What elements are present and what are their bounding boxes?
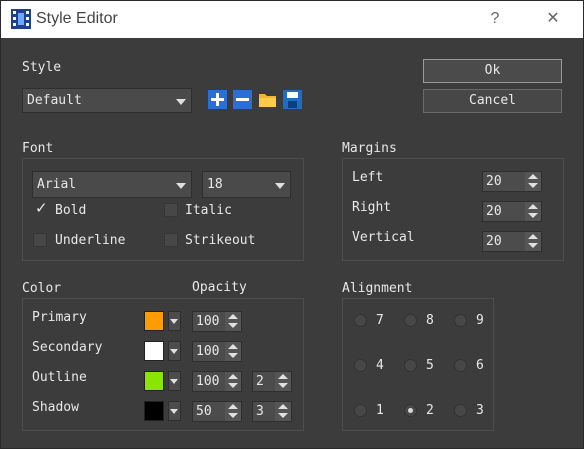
spin-arrows-icon[interactable]	[275, 372, 291, 391]
font-group-label: Font	[22, 141, 54, 156]
shadow-opacity-spinbox[interactable]: 50	[192, 401, 242, 422]
outline-color-swatch[interactable]	[144, 371, 164, 391]
help-button[interactable]: ?	[483, 7, 507, 31]
outline-opacity-value: 100	[196, 374, 220, 389]
primary-color-dropdown[interactable]	[168, 311, 181, 331]
align-label-2: 2	[426, 403, 434, 418]
chevron-down-icon	[176, 183, 186, 189]
align-radio-4[interactable]	[354, 359, 367, 372]
title-bar: Style Editor ? ✕	[1, 1, 583, 38]
style-select[interactable]: Default	[22, 88, 192, 113]
remove-icon[interactable]	[233, 90, 252, 109]
align-radio-9[interactable]	[454, 314, 467, 327]
align-label-5: 5	[426, 358, 434, 373]
outline-width-spinbox[interactable]: 2	[252, 371, 292, 392]
checkmark-icon: ✓	[35, 199, 48, 217]
align-radio-3[interactable]	[454, 404, 467, 417]
strikeout-label: Strikeout	[185, 233, 256, 248]
shadow-color-swatch[interactable]	[144, 401, 164, 421]
secondary-label: Secondary	[32, 340, 103, 355]
align-label-3: 3	[476, 403, 484, 418]
margin-left-value: 20	[486, 174, 502, 189]
window-title: Style Editor	[36, 10, 118, 27]
primary-label: Primary	[32, 310, 87, 325]
primary-opacity-value: 100	[196, 314, 220, 329]
align-radio-1[interactable]	[354, 404, 367, 417]
align-label-8: 8	[426, 313, 434, 328]
bold-label: Bold	[55, 203, 87, 218]
outline-color-dropdown[interactable]	[168, 371, 181, 391]
spin-arrows-icon[interactable]	[275, 402, 291, 421]
align-radio-6[interactable]	[454, 359, 467, 372]
spin-arrows-icon[interactable]	[225, 402, 241, 421]
alignment-group-label: Alignment	[342, 281, 413, 296]
color-group-label: Color	[22, 281, 62, 296]
shadow-color-dropdown[interactable]	[168, 401, 181, 421]
close-button[interactable]: ✕	[541, 7, 565, 31]
margin-right-value: 20	[486, 204, 502, 219]
spin-arrows-icon[interactable]	[225, 372, 241, 391]
app-film-icon	[11, 9, 31, 29]
save-icon[interactable]	[283, 90, 302, 109]
style-label: Style	[22, 60, 62, 75]
align-label-6: 6	[476, 358, 484, 373]
align-label-4: 4	[376, 358, 384, 373]
align-radio-7[interactable]	[354, 314, 367, 327]
opacity-label: Opacity	[192, 280, 247, 295]
align-label-7: 7	[376, 313, 384, 328]
font-size-value: 18	[207, 177, 223, 192]
primary-opacity-spinbox[interactable]: 100	[192, 311, 242, 332]
bold-checkbox[interactable]: ✓	[33, 199, 48, 217]
font-family-select[interactable]: Arial	[32, 171, 192, 198]
outline-width-value: 2	[256, 374, 264, 389]
spin-arrows-icon[interactable]	[225, 342, 241, 361]
primary-color-swatch[interactable]	[144, 311, 164, 331]
margin-right-spinbox[interactable]: 20	[482, 201, 542, 222]
open-folder-icon[interactable]	[258, 90, 277, 109]
align-radio-8[interactable]	[404, 314, 417, 327]
margin-vertical-value: 20	[486, 234, 502, 249]
spin-arrows-icon[interactable]	[525, 172, 541, 191]
style-select-value: Default	[27, 93, 82, 108]
style-editor-window: Style Editor ? ✕ Style Default Ok Cancel…	[0, 0, 584, 449]
chevron-down-icon	[275, 183, 285, 189]
margins-group-label: Margins	[342, 141, 397, 156]
underline-checkbox[interactable]	[33, 233, 47, 247]
secondary-opacity-spinbox[interactable]: 100	[192, 341, 242, 362]
font-size-select[interactable]: 18	[202, 171, 291, 198]
spin-arrows-icon[interactable]	[225, 312, 241, 331]
italic-checkbox[interactable]	[164, 203, 178, 217]
outline-label: Outline	[32, 370, 87, 385]
shadow-label: Shadow	[32, 400, 79, 415]
align-label-1: 1	[376, 403, 384, 418]
align-radio-5[interactable]	[404, 359, 417, 372]
shadow-offset-value: 3	[256, 404, 264, 419]
strikeout-checkbox[interactable]	[164, 233, 178, 247]
secondary-opacity-value: 100	[196, 344, 220, 359]
chevron-down-icon	[176, 99, 186, 105]
align-radio-2[interactable]	[404, 404, 417, 417]
italic-label: Italic	[185, 203, 232, 218]
align-label-9: 9	[476, 313, 484, 328]
cancel-button[interactable]: Cancel	[423, 89, 562, 113]
shadow-opacity-value: 50	[196, 404, 212, 419]
shadow-offset-spinbox[interactable]: 3	[252, 401, 292, 422]
margin-vertical-spinbox[interactable]: 20	[482, 231, 542, 252]
secondary-color-dropdown[interactable]	[168, 341, 181, 361]
spin-arrows-icon[interactable]	[525, 232, 541, 251]
ok-button[interactable]: Ok	[423, 59, 562, 83]
font-family-value: Arial	[37, 177, 77, 192]
add-icon[interactable]	[208, 90, 227, 109]
secondary-color-swatch[interactable]	[144, 341, 164, 361]
spin-arrows-icon[interactable]	[525, 202, 541, 221]
margin-vertical-label: Vertical	[352, 230, 415, 245]
margin-right-label: Right	[352, 200, 392, 215]
margin-left-spinbox[interactable]: 20	[482, 171, 542, 192]
underline-label: Underline	[55, 233, 126, 248]
margin-left-label: Left	[352, 170, 384, 185]
outline-opacity-spinbox[interactable]: 100	[192, 371, 242, 392]
